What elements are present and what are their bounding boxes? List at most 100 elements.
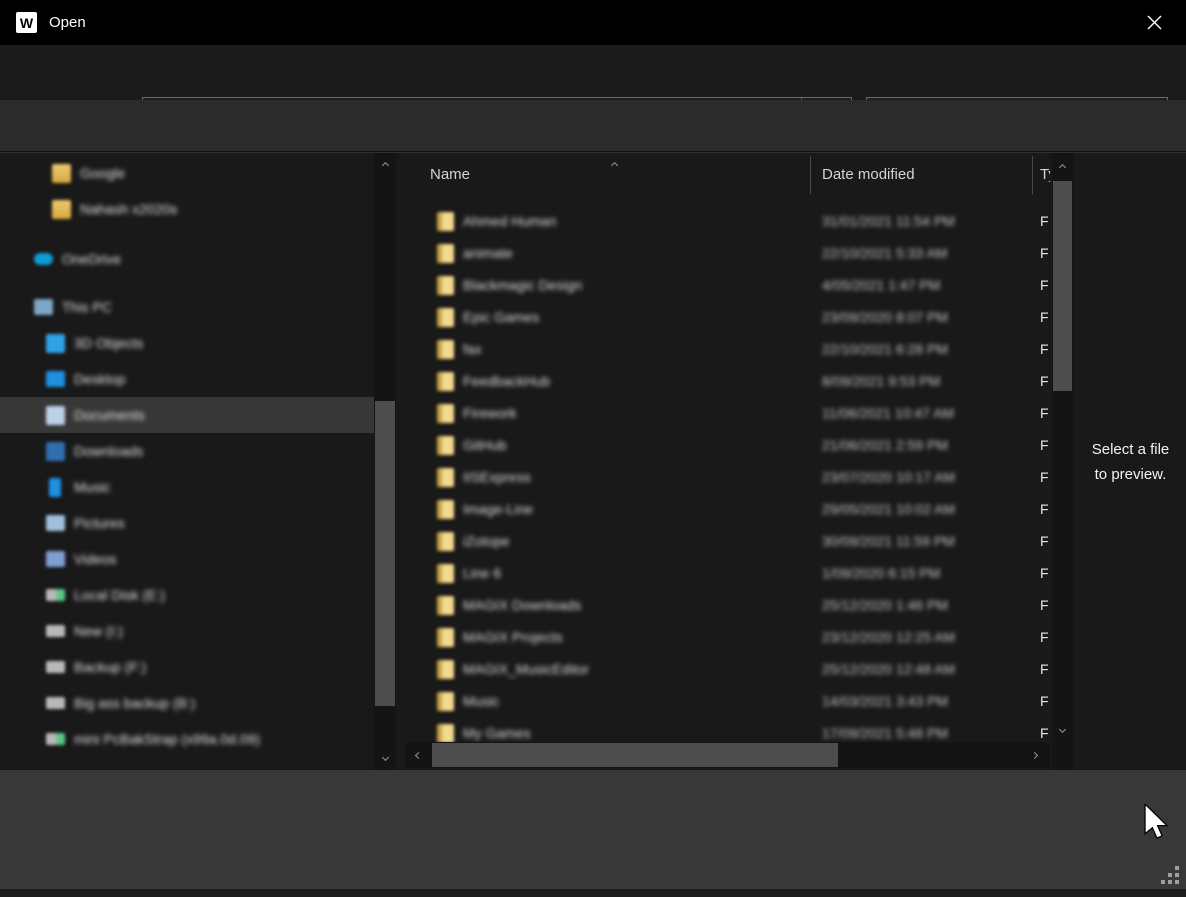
column-separator[interactable]: [810, 156, 811, 194]
file-date-modified: 11/06/2021 10:47 AM: [822, 405, 954, 421]
file-date-modified: 31/01/2021 11:54 PM: [822, 213, 955, 229]
file-list-scrollbar-thumb[interactable]: [1053, 181, 1072, 391]
sidebar-scrollbar[interactable]: [374, 153, 396, 771]
column-separator[interactable]: [1032, 156, 1033, 194]
sidebar-item[interactable]: Videos: [0, 541, 374, 577]
file-list-row[interactable]: Ahmed Human 31/01/2021 11:54 PM F: [405, 206, 1050, 238]
column-header-date-modified[interactable]: Date modified: [822, 166, 915, 183]
file-list-row[interactable]: Line 6 1/09/2020 6:15 PM F: [405, 558, 1050, 590]
sidebar-item[interactable]: Desktop: [0, 361, 374, 397]
sidebar-item[interactable]: Nahash x2020s: [0, 191, 374, 227]
file-name: Music: [463, 693, 500, 709]
folder-icon: [437, 628, 454, 647]
file-list-header: Name Date modified Ty: [405, 153, 1050, 201]
scroll-up-arrow[interactable]: [374, 155, 396, 175]
file-name: animate: [463, 245, 513, 261]
file-date-modified: 23/12/2020 12:25 AM: [822, 629, 955, 645]
file-list-scrollbar[interactable]: [1052, 153, 1073, 771]
file-list-row[interactable]: Epic Games 23/09/2020 8:07 PM F: [405, 302, 1050, 334]
file-list-row[interactable]: GitHub 21/06/2021 2:59 PM F: [405, 430, 1050, 462]
file-list: Name Date modified Ty Ahmed Human 31/01/…: [405, 153, 1050, 771]
file-type: F: [1040, 469, 1049, 485]
horizontal-scrollbar-thumb[interactable]: [432, 743, 838, 767]
folder-icon: [437, 500, 454, 519]
file-list-row[interactable]: Blackmagic Design 4/05/2021 1:47 PM F: [405, 270, 1050, 302]
folder-icon: [437, 276, 454, 295]
file-date-modified: 14/03/2021 3:43 PM: [822, 693, 948, 709]
horizontal-scrollbar[interactable]: [405, 742, 1050, 768]
sidebar-scrollbar-thumb[interactable]: [375, 401, 395, 706]
file-date-modified: 25/12/2020 12:48 AM: [822, 661, 955, 677]
sidebar-item-label: Backup (F:): [74, 659, 146, 675]
file-list-row[interactable]: Music 14/03/2021 3:43 PM F: [405, 686, 1050, 718]
sidebar-item-icon: [46, 406, 65, 425]
file-list-row[interactable]: MAGIX Projects 23/12/2020 12:25 AM F: [405, 622, 1050, 654]
file-type: F: [1040, 341, 1049, 357]
sidebar-item[interactable]: OneDrive: [0, 241, 374, 277]
sidebar-item[interactable]: This PC: [0, 289, 374, 325]
sidebar-item-label: This PC: [62, 299, 112, 315]
close-button[interactable]: [1132, 4, 1176, 40]
file-type: F: [1040, 373, 1049, 389]
sidebar-item[interactable]: Big ass backup (B:): [0, 685, 374, 721]
scroll-right-arrow[interactable]: [1023, 742, 1045, 768]
scroll-left-arrow[interactable]: [407, 742, 429, 768]
column-header-name[interactable]: Name: [430, 166, 470, 183]
sidebar-item[interactable]: mini PcBakStrap (x99a.0d.09): [0, 721, 374, 757]
sidebar-item-icon: [46, 733, 65, 745]
sidebar-item[interactable]: New (I:): [0, 613, 374, 649]
file-list-row[interactable]: Image-Line 29/05/2021 10:02 AM F: [405, 494, 1050, 526]
sidebar-item[interactable]: Downloads: [0, 433, 374, 469]
sidebar-item-label: Local Disk (E:): [74, 587, 165, 603]
file-name: Firework: [463, 405, 517, 421]
file-list-row[interactable]: My Games 17/09/2021 5:48 PM F: [405, 718, 1050, 742]
file-list-row[interactable]: MAGIX Downloads 25/12/2020 1:46 PM F: [405, 590, 1050, 622]
file-type: F: [1040, 501, 1049, 517]
file-date-modified: 4/05/2021 1:47 PM: [822, 277, 940, 293]
file-list-row[interactable]: fax 22/10/2021 6:28 PM F: [405, 334, 1050, 366]
sidebar-item[interactable]: Backup (F:): [0, 649, 374, 685]
file-name: Image-Line: [463, 501, 533, 517]
sidebar-item-icon: [46, 661, 65, 673]
file-name: FeedbackHub: [463, 373, 550, 389]
sidebar-item-icon: [46, 625, 65, 637]
sidebar-item[interactable]: Local Disk (E:): [0, 577, 374, 613]
title-bar: W Open: [0, 0, 1186, 45]
file-name: Line 6: [463, 565, 501, 581]
column-header-type[interactable]: Ty: [1040, 166, 1050, 183]
folder-icon: [437, 596, 454, 615]
folder-icon: [437, 660, 454, 679]
folder-icon: [437, 372, 454, 391]
scroll-down-arrow[interactable]: [374, 747, 396, 767]
sidebar-item[interactable]: Google: [0, 155, 374, 191]
folder-icon: [437, 340, 454, 359]
sidebar-item[interactable]: Music: [0, 469, 374, 505]
sidebar-item-icon: [52, 200, 71, 219]
preview-pane: Select a file to preview.: [1075, 153, 1186, 771]
window-bottom-edge: [0, 889, 1186, 897]
file-name: MAGIX Downloads: [463, 597, 581, 613]
sidebar-item-icon: [49, 478, 61, 497]
scroll-up-arrow[interactable]: [1052, 157, 1073, 177]
sidebar-item[interactable]: Pictures: [0, 505, 374, 541]
file-list-row[interactable]: Firework 11/06/2021 10:47 AM F: [405, 398, 1050, 430]
sidebar-item[interactable]: 3D Objects: [0, 325, 374, 361]
sidebar-item-label: 3D Objects: [74, 335, 143, 351]
file-type: F: [1040, 565, 1049, 581]
sidebar-item[interactable]: Documents: [0, 397, 374, 433]
sidebar-item-icon: [46, 551, 65, 567]
window-title: Open: [49, 14, 86, 31]
file-list-row[interactable]: animate 22/10/2021 5:33 AM F: [405, 238, 1050, 270]
file-list-rows: Ahmed Human 31/01/2021 11:54 PM F animat…: [405, 206, 1050, 742]
file-name: GitHub: [463, 437, 507, 453]
sidebar-item-icon: [46, 515, 65, 531]
sidebar-item-label: Desktop: [74, 371, 125, 387]
file-list-row[interactable]: IISExpress 23/07/2020 10:17 AM F: [405, 462, 1050, 494]
file-list-row[interactable]: iZotope 30/09/2021 11:59 PM F: [405, 526, 1050, 558]
resize-grip-icon[interactable]: [1161, 866, 1181, 886]
scroll-down-arrow[interactable]: [1052, 719, 1073, 739]
file-list-row[interactable]: MAGIX_MusicEditor 25/12/2020 12:48 AM F: [405, 654, 1050, 686]
file-list-row[interactable]: FeedbackHub 8/09/2021 9:53 PM F: [405, 366, 1050, 398]
file-type: F: [1040, 245, 1049, 261]
sidebar-item-label: Documents: [74, 407, 145, 423]
